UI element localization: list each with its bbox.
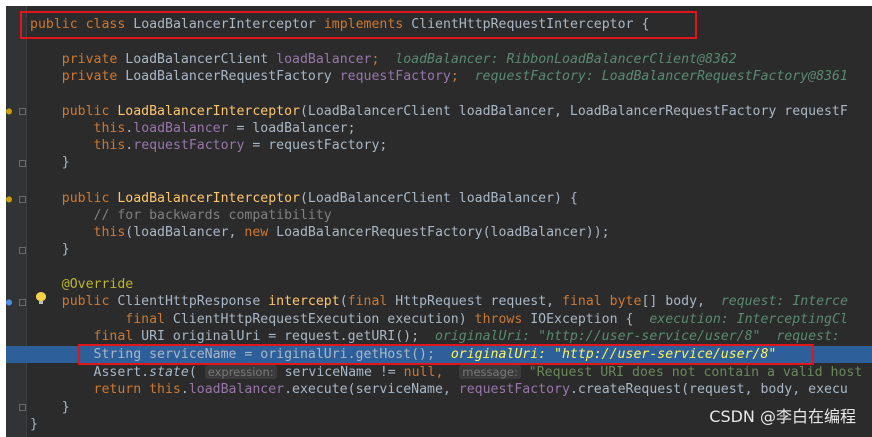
code-line: } bbox=[61, 400, 70, 415]
parameter-hint: expression: bbox=[204, 365, 277, 379]
debug-inline-value: request: Interce bbox=[720, 294, 848, 309]
code-line: } bbox=[30, 417, 38, 432]
code-line-field: private LoadBalancerRequestFactory reque… bbox=[61, 69, 848, 84]
code-line-comment: // for backwards compatibility bbox=[93, 208, 332, 223]
code-line: this.loadBalancer = loadBalancer; bbox=[93, 121, 356, 136]
code-line: } bbox=[61, 242, 70, 257]
code-line: Assert.state( expression: serviceName !=… bbox=[93, 365, 863, 380]
fold-icon[interactable] bbox=[19, 108, 26, 115]
implements-marker-icon[interactable]: ● bbox=[6, 107, 12, 117]
code-line-method: public ClientHttpResponse intercept(fina… bbox=[61, 294, 848, 309]
code-line: this.requestFactory = requestFactory; bbox=[93, 138, 388, 153]
code-line-annotation: @Override bbox=[61, 277, 134, 292]
annotation-highlight-box bbox=[20, 11, 697, 39]
code-editor[interactable]: ● ● ● public class LoadBalancerIntercept… bbox=[0, 0, 872, 437]
implements-marker-icon[interactable]: ● bbox=[6, 195, 12, 205]
fold-icon[interactable] bbox=[19, 247, 26, 254]
fold-icon[interactable] bbox=[19, 160, 26, 167]
code-line-constructor: public LoadBalancerInterceptor(LoadBalan… bbox=[61, 104, 848, 119]
code-line: final ClientHttpRequestExecution executi… bbox=[125, 312, 848, 327]
editor-gutter[interactable] bbox=[6, 6, 27, 437]
code-line: this(loadBalancer, new LoadBalancerReque… bbox=[93, 225, 610, 240]
debug-inline-value: originalUri: "http://user-service/user/8… bbox=[434, 329, 848, 344]
watermark: CSDN @李白在编程 bbox=[709, 407, 856, 426]
code-line: return this.loadBalancer.execute(service… bbox=[93, 382, 848, 397]
override-marker-icon[interactable]: ● bbox=[6, 298, 12, 308]
annotation-highlight-box bbox=[78, 344, 814, 365]
code-line-field: private LoadBalancerClient loadBalancer;… bbox=[61, 52, 737, 67]
code-line: final URI originalUri = request.getURI()… bbox=[93, 329, 848, 344]
fold-icon[interactable] bbox=[19, 299, 26, 306]
parameter-hint: message: bbox=[459, 365, 521, 379]
code-line-constructor: public LoadBalancerInterceptor(LoadBalan… bbox=[61, 191, 578, 206]
code-line: } bbox=[61, 155, 70, 170]
fold-icon[interactable] bbox=[19, 196, 26, 203]
debug-inline-value: execution: InterceptingCl bbox=[649, 312, 848, 327]
debug-inline-value: loadBalancer: RibbonLoadBalancerClient@8… bbox=[395, 52, 737, 67]
fold-icon[interactable] bbox=[19, 404, 26, 411]
debug-inline-value: requestFactory: LoadBalancerRequestFacto… bbox=[474, 69, 848, 84]
